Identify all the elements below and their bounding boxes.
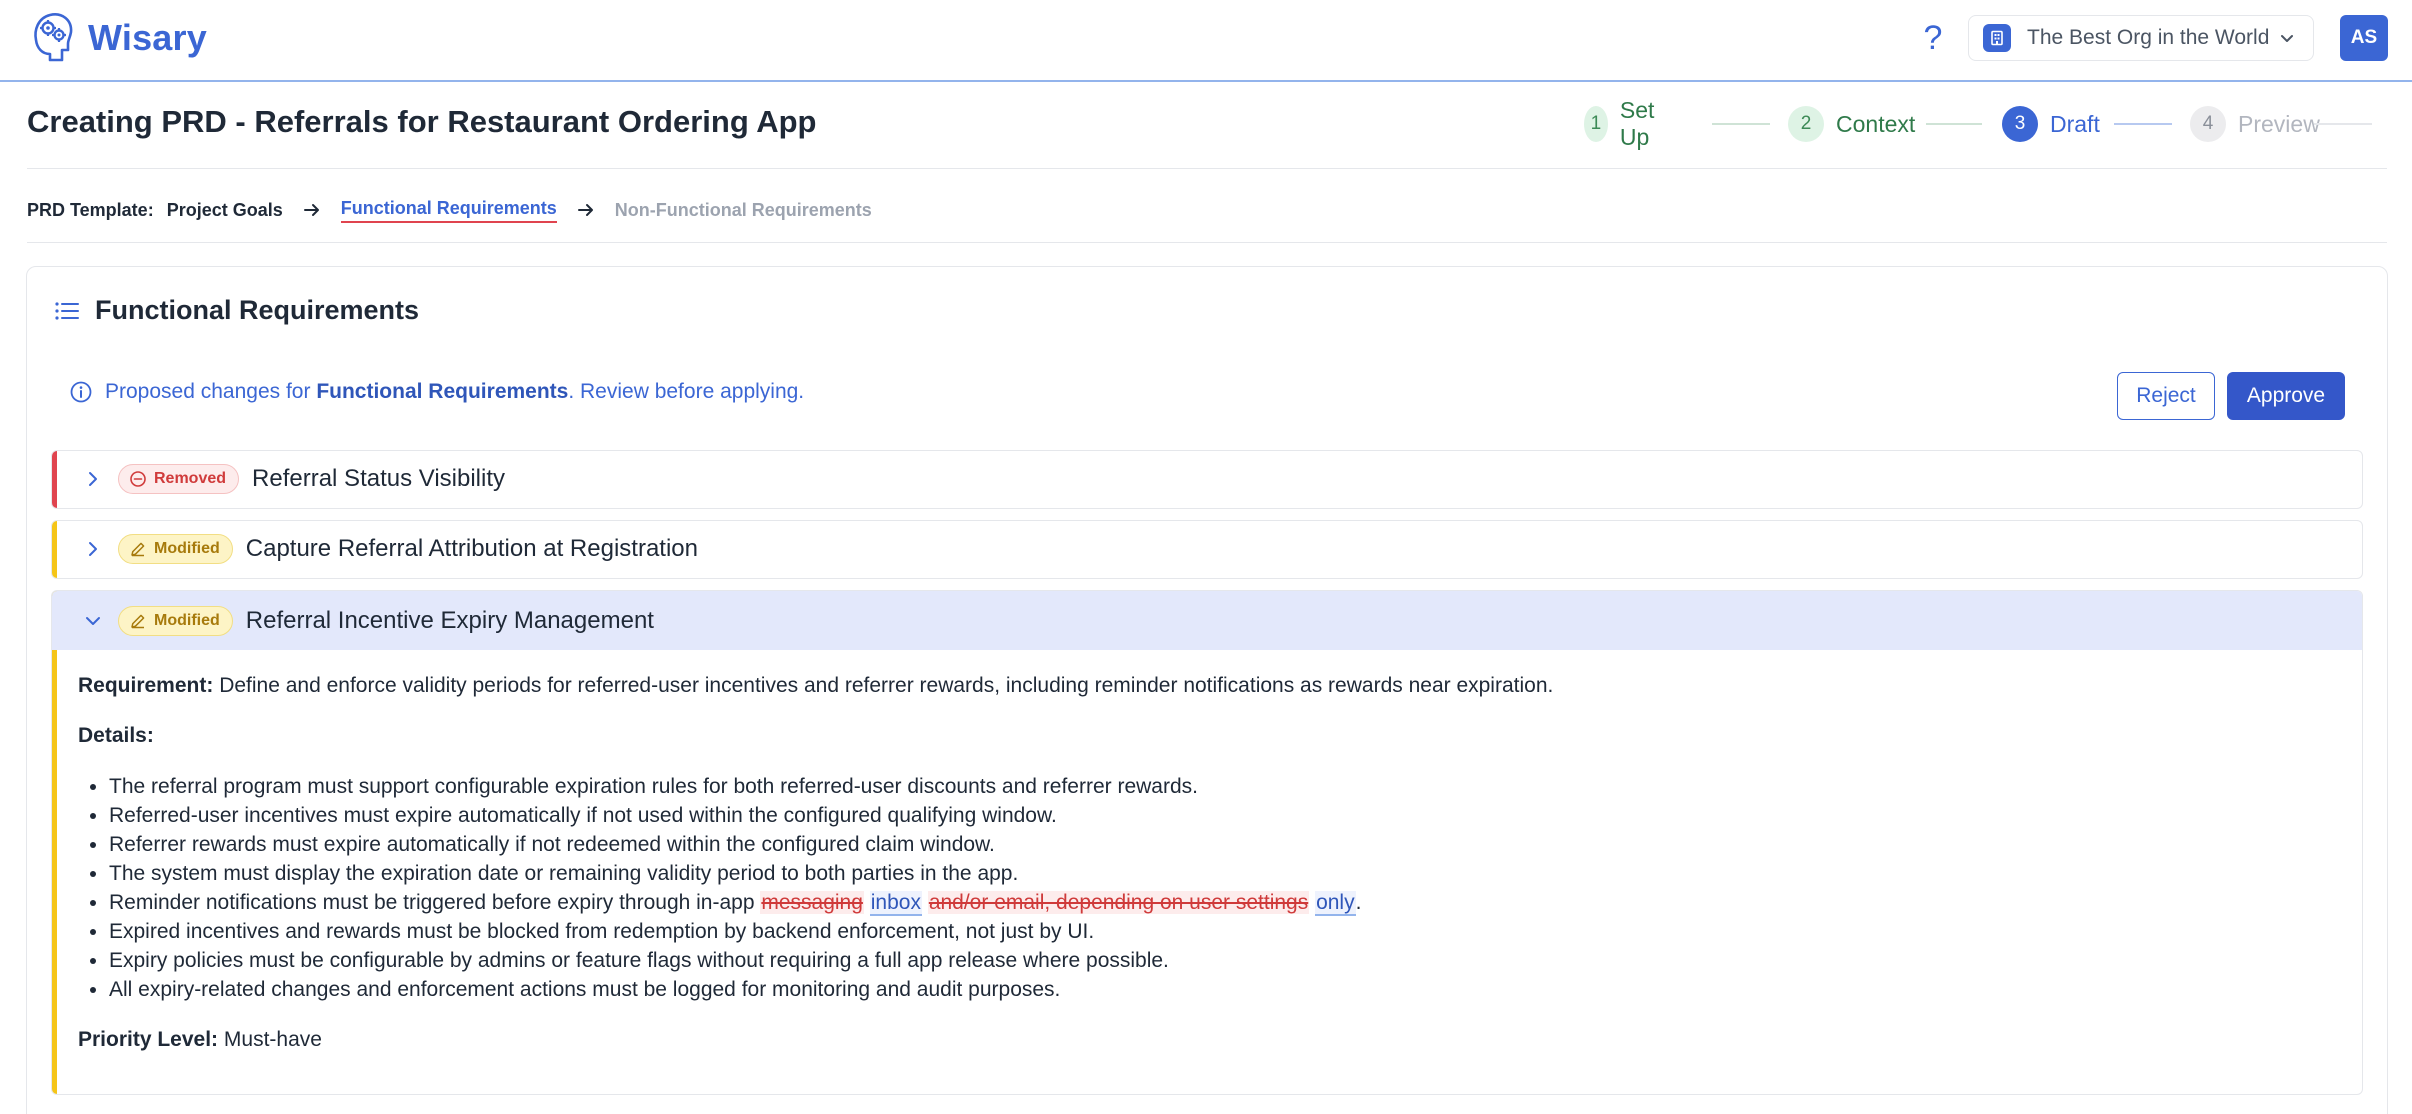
breadcrumb-project-goals[interactable]: Project Goals	[167, 200, 283, 221]
help-icon[interactable]: ?	[1916, 16, 1950, 60]
arrow-right-icon	[577, 204, 593, 216]
details-heading: Details:	[78, 724, 154, 747]
pencil-icon	[131, 614, 145, 628]
priority-value: Must-have	[218, 1028, 322, 1051]
requirement-line: Requirement: Define and enforce validity…	[78, 672, 2362, 700]
section-title: Functional Requirements	[95, 295, 420, 325]
breadcrumb: PRD Template: Project Goals Functional R…	[27, 195, 872, 225]
approve-button[interactable]: Approve	[2227, 372, 2345, 420]
priority-line: Priority Level: Must-have	[78, 1026, 2362, 1054]
change-header[interactable]: Removed Referral Status Visibility	[52, 451, 2362, 507]
list-icon	[55, 301, 79, 320]
details-list: The referral program must support config…	[78, 772, 2362, 1004]
list-item-diff: Reminder notifications must be triggered…	[109, 888, 2362, 917]
pencil-icon	[131, 542, 145, 557]
change-item[interactable]: Removed Referral Status Visibility	[51, 450, 2363, 509]
badge-label: Modified	[154, 611, 220, 629]
step-number: 3	[2002, 106, 2038, 142]
app-name: Wisary	[88, 17, 207, 58]
breadcrumb-divider	[27, 242, 2387, 243]
step-connector	[1926, 123, 1982, 125]
badge-label: Removed	[154, 470, 227, 487]
list-item: Referred-user incentives must expire aut…	[109, 801, 2362, 830]
step-connector	[2114, 123, 2172, 125]
status-badge: Removed	[118, 464, 240, 494]
step-label: Preview	[2238, 110, 2320, 137]
breadcrumb-functional-requirements[interactable]: Functional Requirements	[340, 198, 557, 223]
change-item[interactable]: Modified Capture Referral Attribution at…	[51, 520, 2363, 579]
step-number: 2	[1788, 106, 1824, 142]
page-title: Creating PRD - Referrals for Restaurant …	[27, 104, 817, 139]
change-header[interactable]: Modified Referral Incentive Expiry Manag…	[52, 591, 2362, 650]
reject-button[interactable]: Reject	[2117, 372, 2215, 420]
step-context[interactable]: 2 Context	[1788, 104, 1915, 144]
step-preview[interactable]: 4 Preview	[2190, 104, 2320, 144]
change-item-expanded[interactable]: Modified Referral Incentive Expiry Manag…	[51, 590, 2363, 1095]
step-label: Draft	[2050, 110, 2100, 137]
org-selector[interactable]: The Best Org in the World	[1968, 15, 2314, 61]
list-item: Expiry policies must be configurable by …	[109, 946, 2362, 975]
change-title: Referral Status Visibility	[252, 465, 506, 492]
step-set-up[interactable]: 1 Set Up	[1584, 97, 1667, 150]
status-badge: Modified	[118, 605, 233, 636]
chevron-right-icon[interactable]	[82, 468, 104, 490]
org-icon	[1983, 24, 2011, 52]
chevron-down-icon	[2281, 35, 2293, 42]
step-connector	[1712, 123, 1770, 125]
breadcrumb-prefix: PRD Template:	[27, 199, 154, 220]
top-navigation: Wisary ? The Best Org in the World AS	[0, 0, 2412, 82]
requirement-text: Define and enforce validity periods for …	[213, 674, 1554, 697]
list-item: The system must display the expiration d…	[109, 859, 2362, 888]
arrow-right-icon	[303, 204, 319, 216]
user-avatar[interactable]: AS	[2340, 15, 2388, 61]
diff-prefix: Reminder notifications must be triggered…	[109, 891, 761, 914]
step-label: Set Up	[1619, 97, 1655, 150]
step-number: 1	[1584, 106, 1608, 142]
org-name: The Best Org in the World	[2027, 26, 2270, 49]
minus-circle-icon	[130, 471, 146, 487]
list-item: The referral program must support config…	[109, 772, 2362, 801]
change-body: Requirement: Define and enforce validity…	[52, 650, 2362, 1054]
diff-suffix: .	[1355, 891, 1362, 914]
breadcrumb-non-functional-requirements[interactable]: Non-Functional Requirements	[615, 200, 872, 221]
notice-suffix: . Review before applying.	[568, 380, 805, 403]
proposed-changes-notice: Proposed changes for Functional Requirem…	[69, 380, 804, 404]
chevron-down-icon[interactable]	[82, 610, 104, 632]
section-header: Functional Requirements	[53, 295, 419, 326]
notice-section-name: Functional Requirements	[316, 380, 569, 403]
inserted-text: inbox	[869, 891, 922, 916]
brain-logo-icon	[34, 13, 73, 62]
change-header[interactable]: Modified Capture Referral Attribution at…	[52, 521, 2362, 577]
app-logo[interactable]: Wisary	[30, 10, 207, 66]
list-item: Expired incentives and rewards must be b…	[109, 917, 2362, 946]
section-card: Functional Requirements Proposed changes…	[26, 266, 2388, 1114]
step-label: Context	[1836, 110, 1916, 137]
deleted-text: messaging	[760, 891, 864, 914]
badge-label: Modified	[154, 540, 220, 557]
info-icon	[70, 381, 92, 403]
inserted-text: only	[1315, 891, 1356, 916]
notice-prefix: Proposed changes for	[105, 380, 311, 403]
requirement-label: Requirement:	[78, 674, 214, 697]
step-connector	[2314, 123, 2372, 125]
change-title: Referral Incentive Expiry Management	[245, 606, 654, 634]
step-draft[interactable]: 3 Draft	[2002, 104, 2100, 144]
priority-label: Priority Level:	[78, 1028, 219, 1051]
chevron-right-icon[interactable]	[82, 538, 104, 560]
list-item: All expiry-related changes and enforceme…	[109, 975, 2362, 1004]
header-divider	[27, 168, 2387, 169]
change-title: Capture Referral Attribution at Registra…	[245, 535, 698, 562]
status-badge: Modified	[118, 534, 233, 564]
step-number: 4	[2190, 106, 2226, 142]
list-item: Referrer rewards must expire automatical…	[109, 830, 2362, 859]
deleted-text: and/or email, depending on user settings	[927, 891, 1310, 914]
